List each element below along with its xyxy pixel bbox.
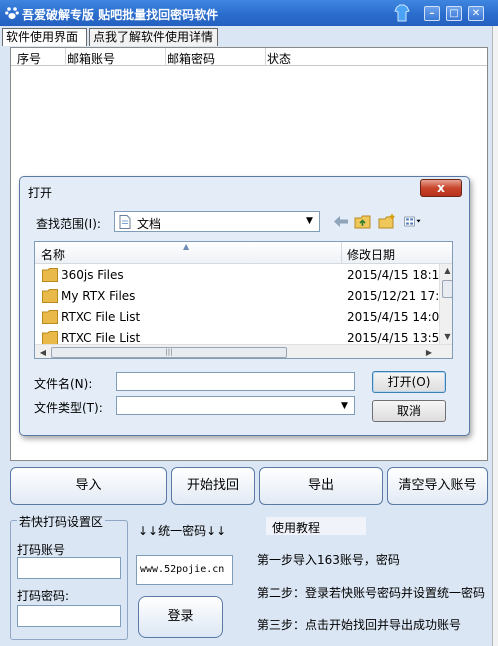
scroll-left-icon[interactable]: ◀: [37, 345, 49, 358]
captcha-account-input[interactable]: [17, 557, 121, 579]
folder-icon: [42, 331, 58, 344]
list-item[interactable]: RTXC File List 2015/4/15 13:59: [35, 328, 440, 344]
unify-password-label: ↓↓统一密码↓↓: [138, 524, 227, 538]
file-date: 2015/12/21 17:2: [347, 289, 440, 303]
document-icon: [119, 215, 131, 229]
close-button[interactable]: ✕: [468, 6, 484, 21]
file-name-label: 文件名(N):: [34, 377, 93, 391]
up-folder-icon[interactable]: [354, 213, 372, 230]
dialog-close-button[interactable]: x: [420, 179, 462, 197]
captcha-group-label: 若快打码设置区: [17, 513, 106, 530]
captcha-password-label: 打码密码:: [17, 589, 70, 603]
file-date: 2015/4/15 14:01: [347, 310, 440, 324]
column-header-index[interactable]: 序号: [17, 50, 41, 67]
look-in-label: 查找范围(I):: [36, 217, 101, 231]
column-divider: [65, 48, 66, 66]
window-title: 吾爱破解专版 贴吧批量找回密码软件: [22, 8, 219, 22]
list-item[interactable]: RTXC File List 2015/4/15 14:01: [35, 307, 440, 328]
file-type-label: 文件类型(T):: [34, 401, 103, 415]
maximize-button[interactable]: □: [446, 6, 462, 21]
column-header-status[interactable]: 状态: [267, 50, 291, 67]
folder-icon: [42, 268, 58, 282]
column-header-name[interactable]: 名称: [41, 246, 65, 263]
cancel-button[interactable]: 取消: [372, 400, 446, 422]
captcha-account-label: 打码账号: [17, 543, 66, 557]
tab-usage-details[interactable]: 点我了解软件使用详情: [89, 28, 218, 46]
scroll-thumb[interactable]: |||: [51, 347, 287, 358]
file-type-select[interactable]: ▼: [116, 396, 355, 415]
look-in-value: 文档: [137, 217, 162, 231]
export-button[interactable]: 导出: [259, 467, 383, 505]
file-date: 2015/4/15 18:11: [347, 268, 440, 282]
tutorial-step: 第三步：点击开始找回并导出成功账号: [257, 618, 462, 632]
column-header-email[interactable]: 邮箱账号: [67, 50, 115, 67]
chevron-down-icon[interactable]: ▼: [302, 214, 317, 229]
tab-software-ui[interactable]: 软件使用界面: [2, 28, 87, 46]
tutorial-step: 第二步：登录若快账号密码并设置统一密码: [257, 586, 486, 600]
scroll-up-icon[interactable]: ▲: [440, 264, 452, 278]
vertical-scrollbar[interactable]: ▲ ▼: [439, 264, 452, 344]
tutorial-step: 第一步导入163账号，密码: [257, 553, 400, 567]
new-folder-icon[interactable]: [378, 213, 396, 230]
column-divider: [165, 48, 166, 66]
column-header-password[interactable]: 邮箱密码: [167, 50, 215, 67]
open-file-dialog: 打开 x 查找范围(I): 文档 ▼ ▲ 名称 修改日期 360js Files…: [19, 176, 470, 436]
scroll-down-icon[interactable]: ▼: [440, 330, 452, 344]
scroll-thumb[interactable]: [442, 280, 452, 298]
file-name: My RTX Files: [61, 289, 136, 303]
captcha-password-input[interactable]: [17, 605, 121, 627]
table-header: 序号 邮箱账号 邮箱密码 状态: [11, 48, 487, 66]
tutorial-title: 使用教程: [266, 517, 366, 535]
column-header-modified[interactable]: 修改日期: [347, 246, 395, 263]
scroll-right-icon[interactable]: ▶: [423, 345, 435, 358]
column-divider: [341, 242, 342, 264]
column-divider: [265, 48, 266, 66]
sort-ascending-icon: ▲: [183, 242, 190, 251]
open-button[interactable]: 打开(O): [372, 371, 446, 393]
look-in-combo[interactable]: 文档 ▼: [114, 211, 320, 232]
list-item[interactable]: 360js Files 2015/4/15 18:11: [35, 265, 440, 286]
back-arrow-icon[interactable]: [332, 213, 350, 230]
file-list[interactable]: ▲ 名称 修改日期 360js Files 2015/4/15 18:11 My…: [34, 241, 453, 359]
file-name: RTXC File List: [61, 310, 141, 324]
import-button[interactable]: 导入: [10, 467, 167, 505]
paw-icon: [5, 7, 19, 19]
folder-icon: [42, 310, 58, 324]
chevron-down-icon[interactable]: ▼: [337, 399, 352, 414]
background-window-edge: [492, 26, 498, 646]
minimize-button[interactable]: –: [424, 6, 440, 21]
horizontal-scrollbar[interactable]: ◀ ||| ▶: [35, 344, 452, 358]
file-name-input[interactable]: [116, 372, 355, 391]
skin-shirt-icon[interactable]: [394, 4, 410, 22]
unify-password-input[interactable]: www.52pojie.cn: [136, 555, 233, 585]
folder-icon: [42, 289, 58, 303]
dialog-title: 打开: [28, 186, 53, 200]
login-button[interactable]: 登录: [138, 596, 223, 638]
start-recovery-button[interactable]: 开始找回: [171, 467, 255, 505]
clear-accounts-button[interactable]: 清空导入账号: [387, 467, 488, 505]
file-date: 2015/4/15 13:59: [347, 331, 440, 344]
file-name: 360js Files: [61, 268, 124, 282]
view-menu-icon[interactable]: [404, 213, 422, 230]
file-name: RTXC File List: [61, 331, 141, 344]
captcha-settings-group: 若快打码设置区 打码账号 打码密码:: [10, 513, 128, 640]
list-item[interactable]: My RTX Files 2015/12/21 17:2: [35, 286, 440, 307]
title-bar[interactable]: 吾爱破解专版 贴吧批量找回密码软件 – □ ✕: [0, 0, 498, 26]
file-list-header: ▲ 名称 修改日期: [35, 242, 452, 264]
